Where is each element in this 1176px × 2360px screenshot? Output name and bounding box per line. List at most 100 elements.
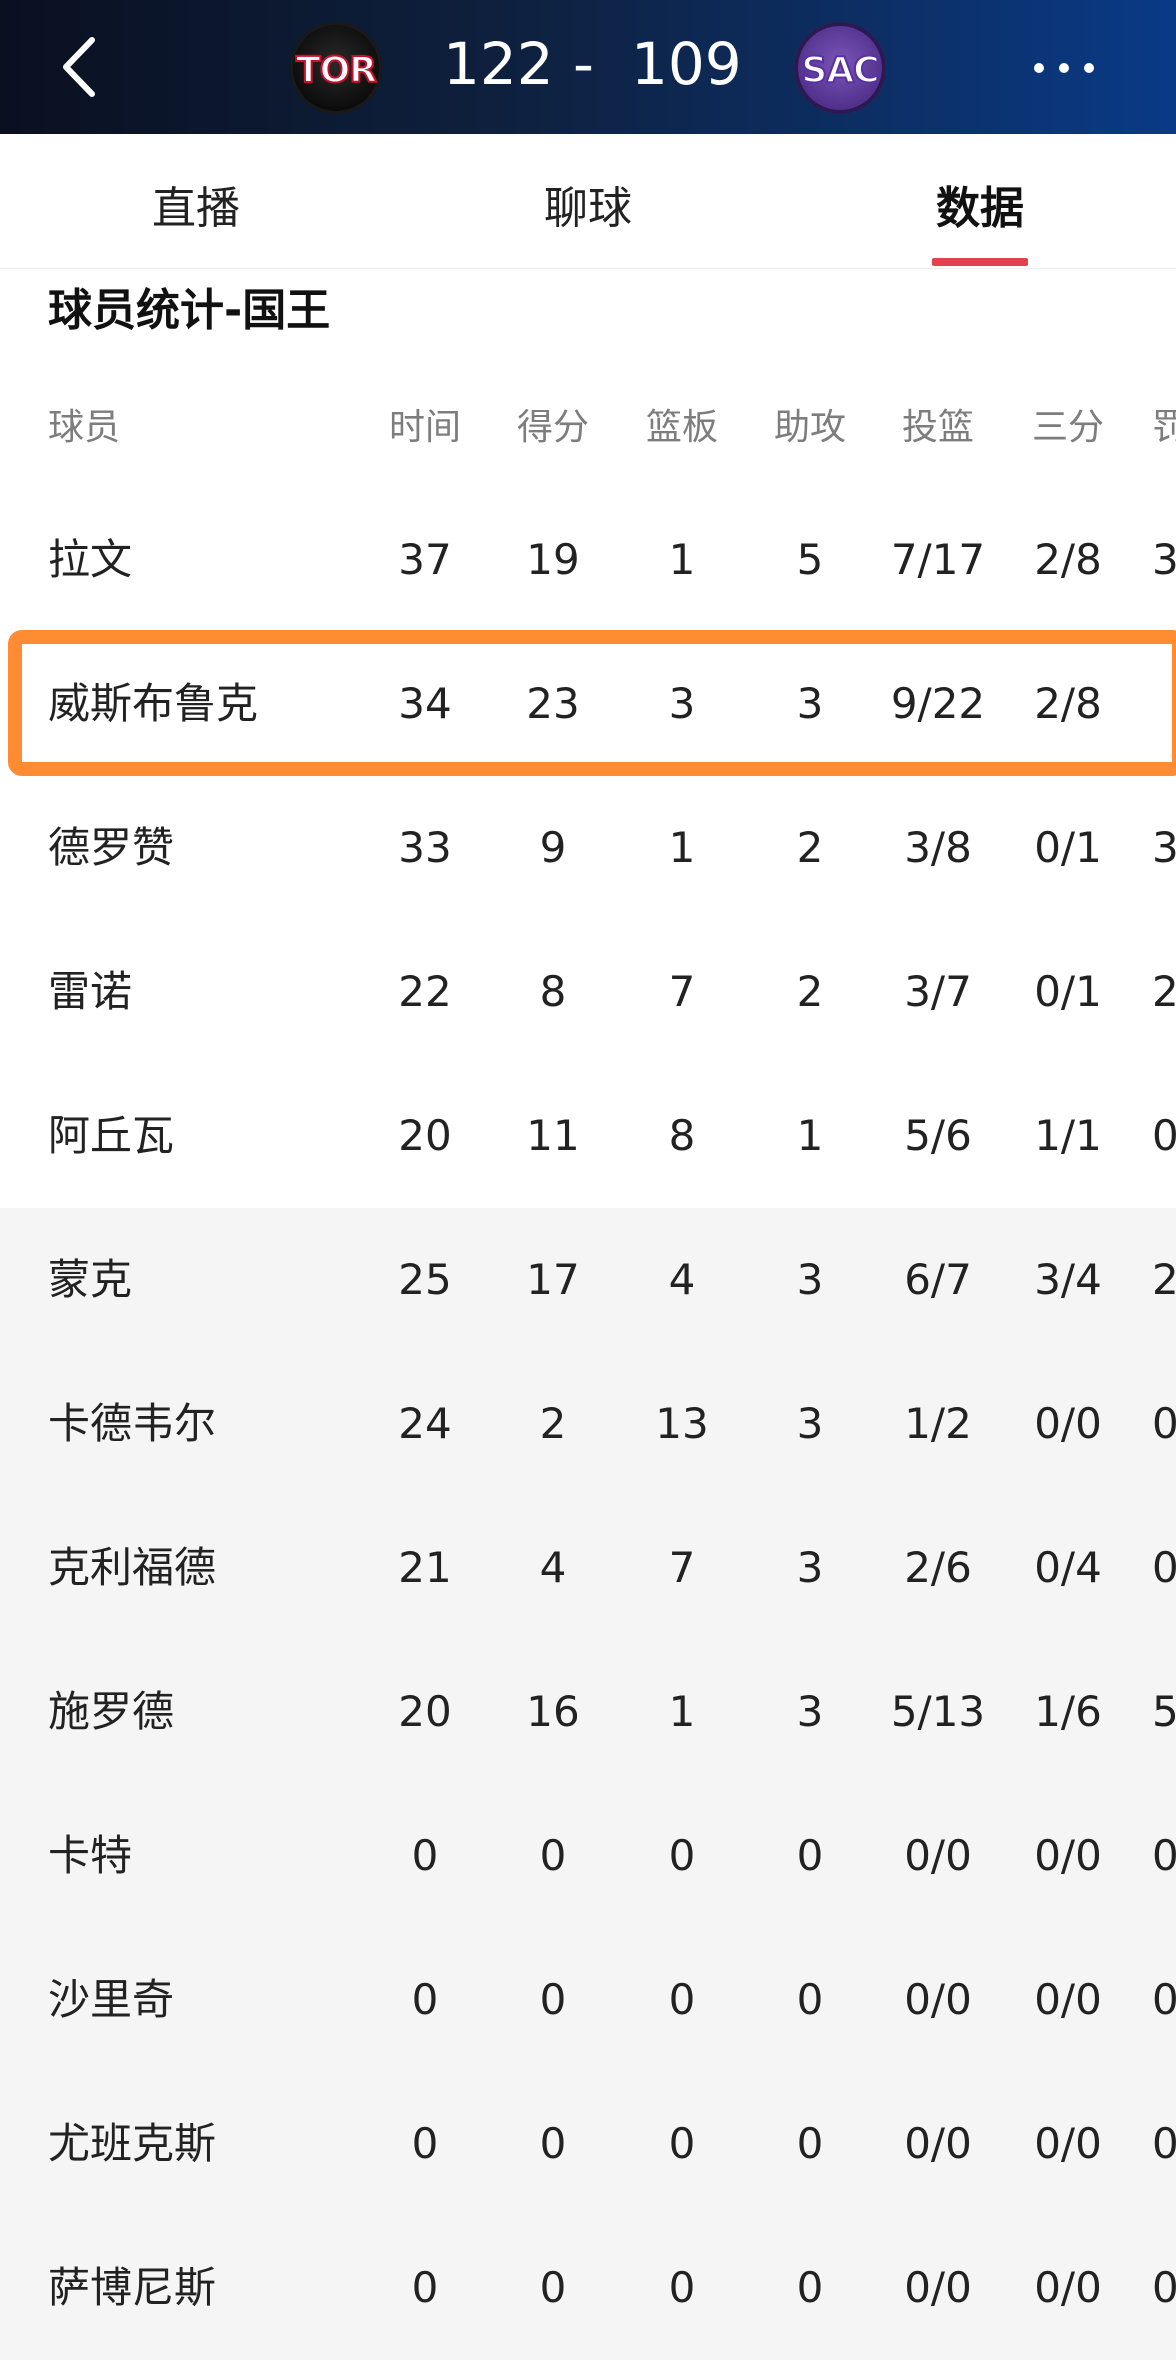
stat-minutes: 24: [398, 1399, 452, 1448]
stat-free-throws: 0: [1152, 1111, 1176, 1160]
score-separator: -: [573, 30, 594, 98]
player-name[interactable]: 雷诺: [48, 920, 132, 1064]
stat-free-throws: 0: [1152, 1543, 1176, 1592]
away-score: 109: [631, 30, 742, 98]
home-team-logo-text: TOR: [295, 49, 378, 92]
home-team-logo[interactable]: TOR: [290, 22, 382, 114]
player-name[interactable]: 卡德韦尔: [48, 1352, 216, 1496]
stat-minutes: 37: [398, 535, 452, 584]
column-header-free-throws[interactable]: 罚: [1152, 368, 1176, 488]
player-name[interactable]: 沙里奇: [48, 1928, 174, 2072]
player-name[interactable]: 萨博尼斯: [48, 2216, 216, 2360]
active-tab-indicator: [932, 258, 1028, 266]
stat-three-pointers: 0/0: [1034, 1399, 1102, 1448]
player-name[interactable]: 克利福德: [48, 1496, 216, 1640]
column-header-points[interactable]: 得分: [493, 368, 613, 488]
stat-field-goals: 7/17: [890, 535, 986, 584]
stat-field-goals: 3/7: [904, 967, 972, 1016]
player-name[interactable]: 阿丘瓦: [48, 1064, 174, 1208]
table-row[interactable]: 沙里奇 0 0 0 0 0/0 0/0 0: [0, 1928, 1176, 2072]
stat-points: 0: [539, 2119, 567, 2168]
player-name[interactable]: 尤班克斯: [48, 2072, 216, 2216]
column-header-three-pointers[interactable]: 三分: [1008, 368, 1128, 488]
stat-three-pointers: 0/1: [1034, 823, 1102, 872]
back-button[interactable]: [52, 32, 112, 102]
stat-three-pointers: 1/1: [1034, 1111, 1102, 1160]
stat-minutes: 0: [411, 1831, 439, 1880]
stat-assists: 2: [796, 823, 824, 872]
stat-points: 2: [539, 1399, 567, 1448]
stat-minutes: 21: [398, 1543, 452, 1592]
game-header: TOR 122 - 109 SAC: [0, 0, 1176, 134]
stat-rebounds: 0: [668, 1831, 696, 1880]
chevron-left-icon: [63, 37, 95, 97]
column-header-rebounds[interactable]: 篮板: [622, 368, 742, 488]
stat-field-goals: 6/7: [904, 1255, 972, 1304]
stat-three-pointers: 0/4: [1034, 1543, 1102, 1592]
table-row[interactable]: 施罗德 20 16 1 3 5/13 1/6 5: [0, 1640, 1176, 1784]
stat-free-throws: 0: [1152, 1831, 1176, 1880]
stat-points: 0: [539, 2263, 567, 2312]
stat-points: 9: [539, 823, 567, 872]
stat-assists: 0: [796, 1831, 824, 1880]
away-team-logo[interactable]: SAC: [794, 22, 886, 114]
stat-points: 0: [539, 1831, 567, 1880]
stat-points: 19: [526, 535, 580, 584]
stat-field-goals: 2/6: [904, 1543, 972, 1592]
column-header-player[interactable]: 球员: [48, 368, 120, 488]
player-name[interactable]: 蒙克: [48, 1208, 132, 1352]
column-header-field-goals[interactable]: 投篮: [878, 368, 998, 488]
stat-assists: 5: [796, 535, 824, 584]
table-row[interactable]: 阿丘瓦 20 11 8 1 5/6 1/1 0: [0, 1064, 1176, 1208]
more-button[interactable]: [1032, 58, 1096, 78]
table-row[interactable]: 卡德韦尔 24 2 13 3 1/2 0/0 0: [0, 1352, 1176, 1496]
stat-free-throws: 2: [1152, 1255, 1176, 1304]
table-row[interactable]: 蒙克 25 17 4 3 6/7 3/4 2: [0, 1208, 1176, 1352]
stat-assists: 0: [796, 2263, 824, 2312]
table-row[interactable]: 卡特 0 0 0 0 0/0 0/0 0: [0, 1784, 1176, 1928]
stat-points: 8: [539, 967, 567, 1016]
table-row[interactable]: 雷诺 22 8 7 2 3/7 0/1 2: [0, 920, 1176, 1064]
tab-chat[interactable]: 聊球: [488, 172, 688, 236]
player-name[interactable]: 德罗赞: [48, 776, 174, 920]
stat-three-pointers: 0/1: [1034, 967, 1102, 1016]
stat-minutes: 0: [411, 2119, 439, 2168]
stat-rebounds: 0: [668, 2119, 696, 2168]
stat-rebounds: 0: [668, 2263, 696, 2312]
stat-assists: 3: [796, 1543, 824, 1592]
player-name[interactable]: 卡特: [48, 1784, 132, 1928]
stat-field-goals: 0/0: [904, 1831, 972, 1880]
stat-three-pointers: 0/0: [1034, 2119, 1102, 2168]
stat-assists: 0: [796, 1975, 824, 2024]
column-header-minutes[interactable]: 时间: [365, 368, 485, 488]
tab-bar: 直播 聊球 数据: [0, 134, 1176, 269]
stat-three-pointers: 2/8: [1034, 535, 1102, 584]
stat-free-throws: 3: [1152, 535, 1176, 584]
stat-minutes: 22: [398, 967, 452, 1016]
stat-three-pointers: 3/4: [1034, 1255, 1102, 1304]
table-row[interactable]: 克利福德 21 4 7 3 2/6 0/4 0: [0, 1496, 1176, 1640]
stat-minutes: 25: [398, 1255, 452, 1304]
stat-rebounds: 7: [668, 967, 696, 1016]
stat-field-goals: 5/6: [904, 1111, 972, 1160]
tab-live[interactable]: 直播: [96, 172, 296, 236]
table-row[interactable]: 萨博尼斯 0 0 0 0 0/0 0/0 0: [0, 2216, 1176, 2360]
stat-rebounds: 1: [668, 1687, 696, 1736]
tab-data[interactable]: 数据: [880, 172, 1080, 236]
table-row[interactable]: 尤班克斯 0 0 0 0 0/0 0/0 0: [0, 2072, 1176, 2216]
stat-minutes: 20: [398, 1687, 452, 1736]
stat-rebounds: 1: [668, 535, 696, 584]
table-row[interactable]: 德罗赞 33 9 1 2 3/8 0/1 3: [0, 776, 1176, 920]
stat-assists: 3: [796, 1399, 824, 1448]
stat-three-pointers: 0/0: [1034, 1975, 1102, 2024]
stat-assists: 2: [796, 967, 824, 1016]
stat-minutes: 0: [411, 1975, 439, 2024]
stat-rebounds: 1: [668, 823, 696, 872]
stat-free-throws: 0: [1152, 2119, 1176, 2168]
stat-three-pointers: 0/0: [1034, 2263, 1102, 2312]
player-name[interactable]: 拉文: [48, 488, 132, 632]
table-row[interactable]: 拉文 37 19 1 5 7/17 2/8 3: [0, 488, 1176, 632]
player-name[interactable]: 施罗德: [48, 1640, 174, 1784]
stat-rebounds: 0: [668, 1975, 696, 2024]
column-header-assists[interactable]: 助攻: [750, 368, 870, 488]
